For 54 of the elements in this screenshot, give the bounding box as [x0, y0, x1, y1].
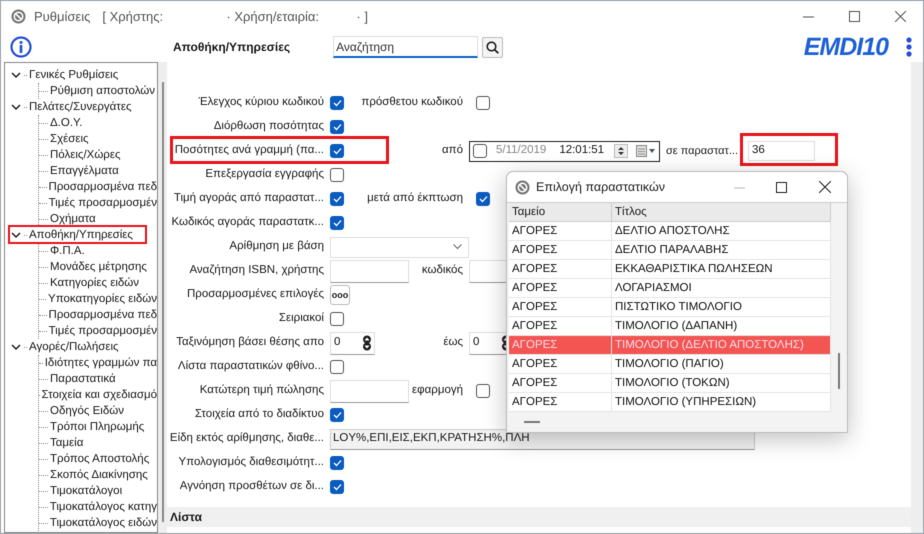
window-title-end: · ]: [356, 8, 368, 26]
logo: EMDI10: [804, 34, 888, 60]
field-label: Κατώτερη τιμή πώλησης: [200, 383, 324, 398]
table-cell: ΔΕΛΤΙΟ ΠΑΡΑΛΑΒΗΣ: [612, 241, 831, 259]
table-cell: ΑΓΟΡΕΣ: [509, 241, 612, 259]
field-label: Λίστα παραστατικών φθίνο...: [178, 359, 324, 374]
window-title-company: · Χρήση/εταιρία:: [226, 8, 320, 26]
field-label: Έλεγχος κύριου κωδικού: [198, 95, 324, 110]
table-cell: ΑΓΟΡΕΣ: [509, 279, 612, 297]
section-header: Λίστα: [170, 509, 202, 526]
field-label: έως: [443, 335, 464, 350]
table-cell: ΛΟΓΑΡΙΑΣΜΟΙ: [612, 279, 831, 297]
table-cell: ΑΓΟΡΕΣ: [509, 222, 612, 240]
field-label: κωδικός: [422, 263, 464, 278]
field-label: Υπολογισμός διαθεσιμότητ...: [178, 455, 324, 470]
field-label: από: [442, 143, 464, 158]
window-title-user: [ Χρήστης:: [102, 8, 164, 26]
table-cell: ΤΙΜΟΛΟΓΙΟ (ΥΠΗΡΕΣΙΩΝ): [612, 393, 831, 411]
table-cell: ΑΓΟΡΕΣ: [509, 336, 612, 354]
field-label: Στοιχεία από το διαδίκτυο: [194, 407, 324, 422]
field-label: Τιμή αγοράς από παραστατ...: [174, 191, 324, 206]
field-label: μετά από έκπτωση: [367, 191, 464, 206]
table-cell: ΑΓΟΡΕΣ: [509, 374, 612, 392]
field-label: Ποσότητες ανά γραμμή (πα...: [174, 143, 324, 158]
table-cell: ΤΙΜΟΛΟΓΙΟ (ΔΕΛΤΙΟ ΑΠΟΣΤΟΛΗΣ): [612, 336, 831, 354]
field-label: Σειριακοί: [278, 311, 324, 326]
field-label: Είδη εκτός αρίθμησης, διαθε...: [170, 431, 324, 446]
field-label: Διόρθωση ποσότητας: [214, 119, 324, 134]
field-label: Αναζήτηση ISBN, χρήστης: [189, 263, 324, 278]
table-cell: ΑΓΟΡΕΣ: [509, 317, 612, 335]
table-cell: ΤΙΜΟΛΟΓΙΟ (ΤΟΚΩΝ): [612, 374, 831, 392]
window-title: Ρυθμίσεις: [34, 8, 90, 26]
table-cell: ΤΙΜΟΛΟΓΙΟ (ΠΑΓΙΟ): [612, 355, 831, 373]
field-label: Αρίθμηση με βάση: [229, 239, 324, 254]
field-label: πρόσθετου κωδικού: [361, 95, 464, 110]
field-label: σε παραστατ...: [666, 144, 738, 159]
time-text: 12:01:51: [559, 143, 604, 158]
table-cell: ΤΙΜΟΛΟΓΙΟ (ΔΑΠΑΝΗ): [612, 317, 831, 335]
field-label: Προσαρμοσμένες επιλογές: [186, 287, 324, 302]
table-cell: ΕΚΚΑΘΑΡΙΣΤΙΚΑ ΠΩΛΗΣΕΩΝ: [612, 260, 831, 278]
table-cell: ΑΓΟΡΕΣ: [509, 298, 612, 316]
section-title: Αποθήκη/Υπηρεσίες: [173, 39, 290, 56]
table-cell: ΑΓΟΡΕΣ: [509, 393, 612, 411]
field-label: Κωδικός αγοράς παραστατκ...: [171, 215, 324, 230]
dialog-title: Επιλογή παραστατικών: [536, 178, 665, 196]
table-cell: ΑΓΟΡΕΣ: [509, 260, 612, 278]
table-cell: ΠΙΣΤΩΤΙΚΟ ΤΙΜΟΛΟΓΙΟ: [612, 298, 831, 316]
table-cell: ΔΕΛΤΙΟ ΑΠΟΣΤΟΛΗΣ: [612, 222, 831, 240]
field-label: Αγνόηση προσθέτων σε δι...: [180, 479, 324, 494]
field-label: εφαρμογή: [412, 383, 464, 398]
date-text: 5/11/2019: [496, 143, 546, 158]
field-label: Ταξινόμηση βάσει θέσης απο: [176, 335, 324, 350]
field-label: Επεξεργασία εγγραφής: [205, 167, 324, 182]
table-cell: ΑΓΟΡΕΣ: [509, 355, 612, 373]
